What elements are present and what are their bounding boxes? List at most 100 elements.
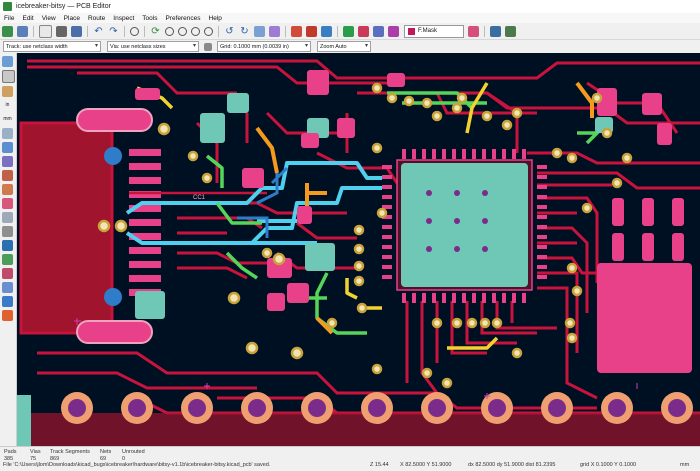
via-sketch-icon[interactable] <box>2 212 13 223</box>
toolbar-separator <box>337 25 338 37</box>
window-title: icebreaker-bitsy — PCB Editor <box>16 3 111 10</box>
menu-tools[interactable]: Tools <box>138 15 161 22</box>
menu-edit[interactable]: Edit <box>18 15 37 22</box>
scripting-console-icon[interactable] <box>490 25 501 37</box>
update-pcb-icon[interactable] <box>358 25 369 37</box>
board-drawing[interactable]: CC1 <box>17 53 700 446</box>
zoom-value: Zoom Auto <box>320 43 347 50</box>
via-size-value: Via: use netclass sizes <box>110 43 166 50</box>
high-contrast-icon[interactable] <box>2 240 13 251</box>
usb-pad-row <box>129 149 161 296</box>
curved-ratsnest-icon[interactable] <box>2 156 13 167</box>
status-unrouted: Unrouted 0 <box>122 449 145 462</box>
cursor-shape-icon[interactable] <box>2 128 13 139</box>
units-in-icon[interactable]: in <box>2 100 13 111</box>
mirror-v-icon[interactable] <box>269 25 280 37</box>
status-units: mm <box>680 462 690 468</box>
drc-icon[interactable] <box>343 25 354 37</box>
board-setup-icon[interactable] <box>2 25 13 37</box>
rotate-cw-icon[interactable]: ↻ <box>239 26 250 37</box>
rotate-ccw-icon[interactable]: ↺ <box>224 26 235 37</box>
status-grid: grid X 0.1000 Y 0.1000 <box>580 462 637 468</box>
right-connector-pads <box>612 198 684 261</box>
pads-label: Pads <box>4 449 17 455</box>
app-icon <box>3 2 12 11</box>
menu-route[interactable]: Route <box>84 15 109 22</box>
redo-icon[interactable]: ↷ <box>108 26 119 37</box>
menu-file[interactable]: File <box>0 15 18 22</box>
unrouted-label: Unrouted <box>122 449 145 455</box>
net-label-cc1: CC1 <box>193 195 206 201</box>
menu-preferences[interactable]: Preferences <box>161 15 204 22</box>
zoom-in-icon[interactable] <box>165 26 174 36</box>
track-segments-label: Track Segments <box>50 449 90 455</box>
polar-coords-icon[interactable] <box>2 86 13 97</box>
layer-pair-icon[interactable] <box>468 25 479 37</box>
layer-select[interactable]: F.Mask <box>404 24 464 38</box>
toolbar-separator <box>144 25 145 37</box>
print-icon[interactable] <box>56 25 67 37</box>
pad-sketch-icon[interactable] <box>2 198 13 209</box>
via-size-select[interactable]: Via: use netclass sizes <box>107 41 199 52</box>
title-bar: icebreaker-bitsy — PCB Editor <box>0 0 700 13</box>
undo-icon[interactable]: ↶ <box>93 26 104 37</box>
zoom-fit-icon[interactable] <box>191 26 200 36</box>
toolbar-separator <box>484 25 485 37</box>
usb-shell-pad-top <box>76 108 153 132</box>
units-mm-icon[interactable]: mm <box>2 114 13 125</box>
grid-toggle-icon[interactable] <box>2 70 15 83</box>
footprint-editor-icon[interactable] <box>291 25 302 37</box>
refresh-icon[interactable]: ⟳ <box>150 26 161 37</box>
main-toolbar: ↶ ↷ ⟳ ↺ ↻ F.Mask <box>0 23 700 40</box>
fpga-ic <box>382 149 547 303</box>
status-bar: Pads 385 Vias 75 Track Segments 869 Nets… <box>0 446 700 471</box>
footprint-browser-icon[interactable] <box>306 25 317 37</box>
page-settings-icon[interactable] <box>39 24 52 38</box>
status-vias: Vias 75 <box>30 449 41 462</box>
netlist-icon[interactable] <box>321 25 332 37</box>
menu-inspect[interactable]: Inspect <box>109 15 138 22</box>
track-sketch-icon[interactable] <box>2 226 13 237</box>
pcb-canvas[interactable]: CC1 <box>17 53 700 446</box>
bottom-header-pins <box>17 392 700 446</box>
usb-shell-pad-bottom <box>76 320 153 344</box>
microwave-tools-icon[interactable] <box>2 268 13 279</box>
zone-outline-icon[interactable] <box>2 184 13 195</box>
appearance-icon[interactable] <box>2 296 13 307</box>
track-width-select[interactable]: Track: use netclass width <box>3 41 101 52</box>
vias-label: Vias <box>30 449 41 455</box>
menu-view[interactable]: View <box>38 15 60 22</box>
save-icon[interactable] <box>17 25 28 37</box>
layer-color-swatch <box>408 27 415 35</box>
drc-marker-icon[interactable] <box>2 56 13 67</box>
ratsnest-icon[interactable] <box>2 142 13 153</box>
status-pads: Pads 385 <box>4 449 17 462</box>
status-track-segments: Track Segments 869 <box>50 449 90 462</box>
toolbar-separator <box>124 25 125 37</box>
toolbar-separator <box>218 25 219 37</box>
status-dxy: dx 82.5000 dy 51.9000 dist 81.2395 <box>468 462 556 468</box>
menu-place[interactable]: Place <box>60 15 84 22</box>
mirror-h-icon[interactable] <box>254 25 265 37</box>
menu-help[interactable]: Help <box>205 15 226 22</box>
toolbar-separator <box>285 25 286 37</box>
layers-manager-icon[interactable] <box>2 254 13 265</box>
plot-icon[interactable] <box>71 25 82 37</box>
vias <box>97 82 633 389</box>
status-nets: Nets 69 <box>100 449 111 462</box>
layer-select-value: F.Mask <box>418 28 438 34</box>
find-icon[interactable] <box>130 26 139 36</box>
zone-fill-icon[interactable] <box>2 170 13 181</box>
highlight-icon[interactable] <box>388 25 399 37</box>
zoom-select[interactable]: Zoom Auto <box>317 41 371 52</box>
zoom-out-icon[interactable] <box>178 26 187 36</box>
toolbar-separator <box>87 25 88 37</box>
grid-select[interactable]: Grid: 0.1000 mm (0.0039 in) <box>217 41 311 52</box>
microwave-icon[interactable] <box>505 25 516 37</box>
usb-mount-hole-bottom <box>104 288 122 306</box>
zoom-selection-icon[interactable] <box>204 26 213 36</box>
select-icon[interactable] <box>2 310 13 321</box>
auto-track-width-icon[interactable] <box>204 42 212 51</box>
net-inspector-icon[interactable] <box>2 282 13 293</box>
schematic-icon[interactable] <box>373 25 384 37</box>
